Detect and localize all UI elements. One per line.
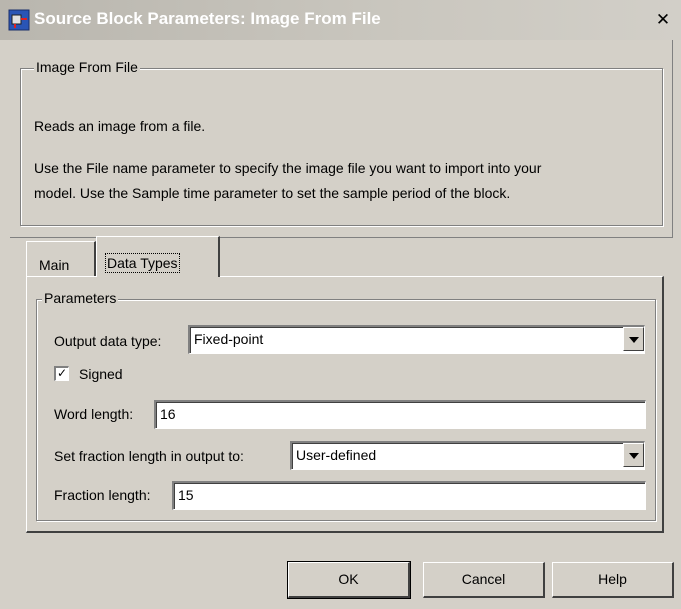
fraction-length-input[interactable]: 15 (172, 481, 646, 510)
chevron-down-icon[interactable] (623, 327, 644, 351)
output-data-type-label: Output data type: (54, 333, 162, 349)
fraction-mode-dropdown[interactable]: User-defined (290, 441, 645, 470)
description-line-2: Use the File name parameter to specify t… (34, 160, 542, 176)
title-bar: Source Block Parameters: Image From File… (0, 0, 681, 40)
tab-main[interactable]: Main (26, 241, 96, 277)
simulink-block-icon (8, 9, 30, 31)
output-data-type-dropdown[interactable]: Fixed-point (188, 325, 645, 354)
word-length-input[interactable]: 16 (154, 400, 646, 429)
fraction-mode-label: Set fraction length in output to: (54, 448, 244, 464)
ok-button[interactable]: OK (287, 561, 411, 599)
signed-label: Signed (79, 366, 123, 382)
word-length-value: 16 (160, 406, 176, 422)
chevron-down-icon[interactable] (623, 443, 644, 467)
word-length-label: Word length: (54, 406, 134, 422)
close-icon[interactable]: ✕ (652, 10, 674, 30)
cancel-button[interactable]: Cancel (423, 562, 545, 598)
fraction-length-label: Fraction length: (54, 487, 151, 503)
check-icon: ✓ (56, 366, 68, 380)
description-group (20, 68, 663, 226)
description-line-1: Reads an image from a file. (34, 118, 206, 134)
fraction-length-value: 15 (178, 487, 194, 503)
output-data-type-value: Fixed-point (194, 331, 264, 347)
description-group-title: Image From File (34, 59, 140, 75)
fraction-mode-value: User-defined (296, 447, 377, 463)
help-button[interactable]: Help (552, 562, 674, 598)
signed-checkbox[interactable]: ✓ (54, 366, 69, 381)
description-line-3: model. Use the Sample time parameter to … (34, 185, 511, 201)
tab-main-label: Main (39, 257, 70, 273)
tab-data-types-label: Data Types (105, 253, 180, 273)
window-title: Source Block Parameters: Image From File (34, 9, 381, 28)
tab-data-types[interactable]: Data Types (96, 236, 220, 277)
parameters-group-title: Parameters (42, 290, 119, 306)
